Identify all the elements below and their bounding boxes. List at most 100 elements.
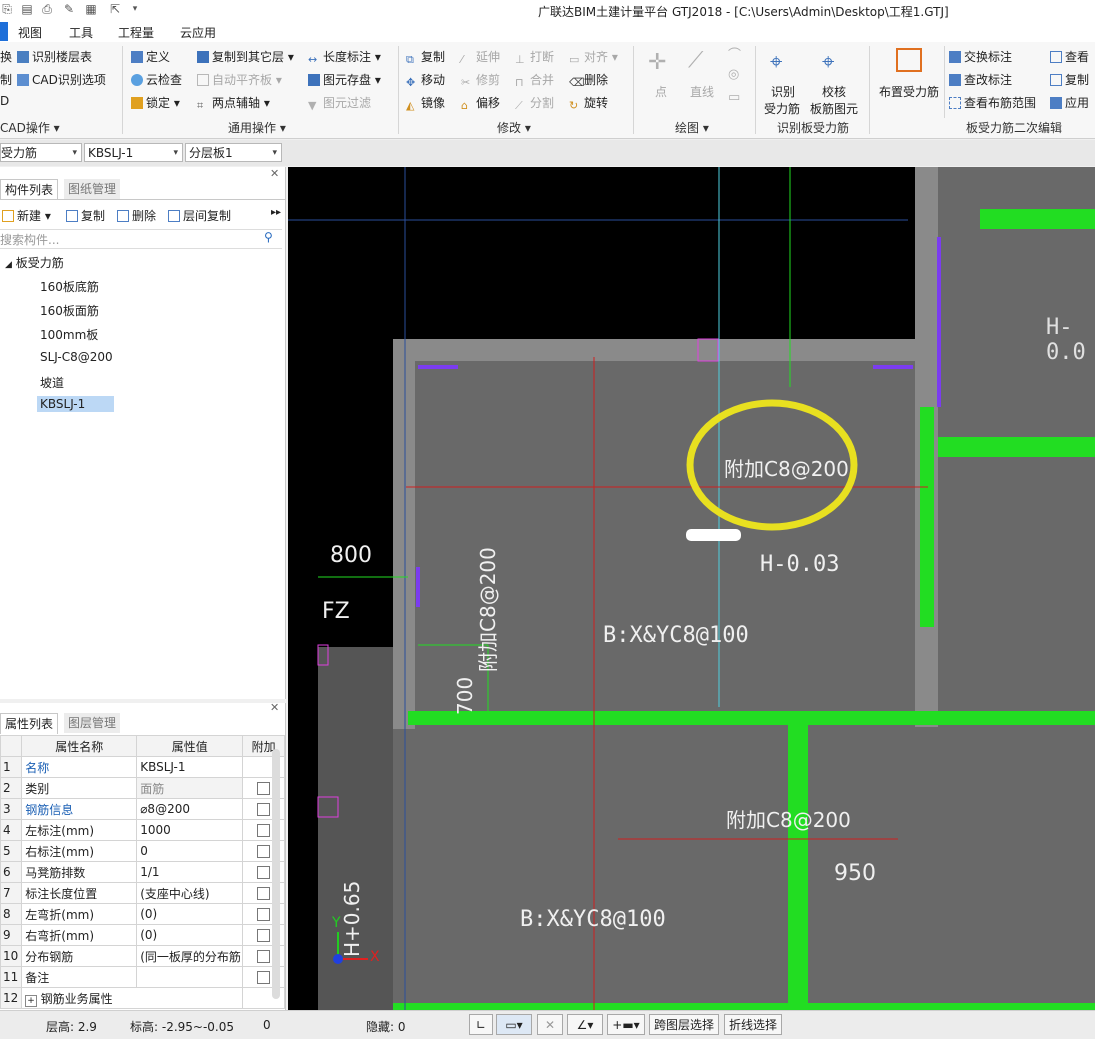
- label-bottom-rebar[interactable]: B:X&YC8@100: [603, 623, 749, 648]
- identify2-label[interactable]: 受力筋: [764, 100, 800, 117]
- copy-button[interactable]: ⧉ 复制: [406, 48, 445, 66]
- slab-region[interactable]: [938, 167, 1095, 437]
- cad-col-button[interactable]: 制: [0, 71, 12, 88]
- cad-switch-button[interactable]: 换: [0, 48, 12, 65]
- prop-value[interactable]: (同一板厚的分布筋: [136, 945, 244, 967]
- table-row[interactable]: 4 左标注(mm) 1000: [0, 819, 285, 841]
- table-row[interactable]: 12 + 钢筋业务属性: [0, 987, 285, 1009]
- angle-button[interactable]: ∠▾: [567, 1014, 603, 1035]
- extra-checkbox[interactable]: [257, 866, 271, 879]
- view-range-button[interactable]: 查看布筋范围: [949, 94, 1036, 111]
- table-row[interactable]: 6 马凳筋排数 1/1: [0, 861, 285, 883]
- extra-checkbox[interactable]: [257, 950, 271, 963]
- table-row[interactable]: 1 名称 KBSLJ-1: [0, 756, 285, 778]
- swap-label-button[interactable]: 交换标注: [949, 48, 1012, 65]
- verify-label[interactable]: 校核: [822, 83, 846, 100]
- point-label[interactable]: 点: [655, 83, 667, 100]
- layer-select[interactable]: 分层板1 ▾: [185, 143, 282, 162]
- menu-cloud[interactable]: 云应用: [180, 24, 216, 41]
- table-row[interactable]: 5 右标注(mm) 0: [0, 840, 285, 862]
- scrollbar[interactable]: [272, 749, 280, 999]
- prop-value[interactable]: (0): [136, 924, 244, 946]
- floor-copy-button[interactable]: 层间复制: [168, 207, 231, 224]
- cloud-check-button[interactable]: 云检查: [131, 71, 182, 88]
- arc-icon[interactable]: ⌒: [728, 44, 741, 63]
- tree-item[interactable]: SLJ-C8@200: [40, 350, 113, 364]
- place-rebar-label[interactable]: 布置受力筋: [879, 83, 939, 100]
- extra-checkbox[interactable]: [257, 845, 271, 858]
- length-label-button[interactable]: ↔ 长度标注 ▾: [308, 48, 381, 66]
- cad-options-button[interactable]: CAD识别选项: [17, 71, 106, 88]
- tab-layer-management[interactable]: 图层管理: [64, 713, 121, 733]
- define-button[interactable]: 定义: [131, 48, 170, 65]
- tree-item[interactable]: 坡道: [40, 374, 64, 391]
- circle-icon[interactable]: ◎: [728, 67, 739, 82]
- extra-checkbox[interactable]: [257, 887, 271, 900]
- more-tools-icon[interactable]: ▸▸: [271, 207, 281, 218]
- identify-rebar-icon[interactable]: ⌖: [770, 50, 782, 75]
- label-extra-rebar[interactable]: 附加C8@200: [726, 804, 851, 833]
- cad-group-label[interactable]: CAD操作 ▾: [0, 119, 60, 136]
- verify2-label[interactable]: 板筋图元: [810, 100, 858, 117]
- elem-filter-button[interactable]: ▼ 图元过滤: [308, 94, 371, 112]
- prop-value[interactable]: 1000: [136, 819, 244, 841]
- merge-button[interactable]: ⊓ 合并: [515, 71, 554, 89]
- identify-floor-table-button[interactable]: 识别楼层表: [17, 48, 92, 65]
- view-button[interactable]: 查看: [1050, 48, 1089, 65]
- prop-value[interactable]: KBSLJ-1: [136, 756, 244, 778]
- trim-button[interactable]: ✂ 修剪: [461, 71, 500, 89]
- cross-layer-select-button[interactable]: 跨图层选择: [649, 1014, 719, 1035]
- extra-checkbox[interactable]: [257, 971, 271, 984]
- menu-quantity[interactable]: 工程量: [118, 24, 154, 41]
- extra-checkbox[interactable]: [257, 908, 271, 921]
- general-group-label[interactable]: 通用操作 ▾: [228, 119, 286, 136]
- apply-button[interactable]: 应用: [1050, 94, 1089, 111]
- check-label-button[interactable]: 查改标注: [949, 71, 1012, 88]
- label-extra-rebar[interactable]: 附加C8@200: [724, 453, 849, 482]
- table-row[interactable]: 2 类别 面筋: [0, 777, 285, 799]
- ortho-mode-button[interactable]: ∟: [469, 1014, 493, 1035]
- grid-icon[interactable]: ▦: [84, 2, 98, 16]
- extra-checkbox[interactable]: [257, 824, 271, 837]
- draw-group-label[interactable]: 绘图 ▾: [675, 119, 709, 136]
- move-button[interactable]: ✥ 移动: [406, 71, 445, 89]
- extra-checkbox[interactable]: [257, 782, 271, 795]
- prop-group[interactable]: + 钢筋业务属性: [21, 987, 244, 1009]
- lock-button[interactable]: 锁定 ▾: [131, 94, 180, 111]
- expand-icon[interactable]: +: [25, 994, 37, 1007]
- delete-button[interactable]: ⌫删除: [569, 71, 608, 89]
- elem-store-button[interactable]: 图元存盘 ▾: [308, 71, 381, 88]
- drawing-canvas[interactable]: H-0.0 附加C8@200 H-0.03 800 FZ 附加C8@200 B:…: [288, 167, 1095, 1010]
- secondary-copy-button[interactable]: 复制: [1050, 71, 1089, 88]
- extra-checkbox[interactable]: [257, 803, 271, 816]
- delete-component-button[interactable]: 删除: [117, 207, 156, 224]
- save-icon[interactable]: ▤: [20, 2, 34, 16]
- table-row[interactable]: 10 分布钢筋 (同一板厚的分布筋: [0, 945, 285, 967]
- two-point-axis-button[interactable]: ⌗ 两点辅轴 ▾: [197, 94, 270, 112]
- verify-icon[interactable]: ⌖: [822, 50, 834, 75]
- table-row[interactable]: 8 左弯折(mm) (0): [0, 903, 285, 925]
- cancel-button[interactable]: ✕: [537, 1014, 563, 1035]
- collapse-icon[interactable]: ◢: [5, 260, 12, 270]
- quick-access-dropdown-icon[interactable]: ▾: [128, 2, 142, 16]
- menu-view[interactable]: 视图: [18, 24, 42, 41]
- place-rebar-icon[interactable]: [896, 48, 922, 72]
- extra-checkbox[interactable]: [257, 929, 271, 942]
- print-icon[interactable]: ⎙: [40, 2, 54, 16]
- rect-icon[interactable]: ▭: [728, 90, 740, 105]
- search-icon[interactable]: ⚲: [264, 230, 273, 244]
- identify-label[interactable]: 识别: [771, 83, 795, 100]
- prop-value[interactable]: [136, 966, 244, 988]
- point-icon[interactable]: ✛: [648, 50, 666, 75]
- table-row[interactable]: 7 标注长度位置 (支座中心线): [0, 882, 285, 904]
- copy-to-layer-button[interactable]: 复制到其它层 ▾: [197, 48, 294, 65]
- close-icon[interactable]: ✕: [270, 167, 279, 180]
- pen-icon[interactable]: ✎: [62, 2, 76, 16]
- search-box[interactable]: 搜索构件... ⚲: [0, 229, 282, 249]
- menu-active-tab-marker[interactable]: [0, 22, 8, 41]
- align-button[interactable]: ▭ 对齐 ▾: [569, 48, 618, 66]
- export-icon[interactable]: ⇱: [108, 2, 122, 16]
- copy-component-button[interactable]: 复制: [66, 207, 105, 224]
- extend-button[interactable]: ⁄ 延伸: [461, 48, 500, 66]
- table-row[interactable]: 3 钢筋信息 ⌀8@200: [0, 798, 285, 820]
